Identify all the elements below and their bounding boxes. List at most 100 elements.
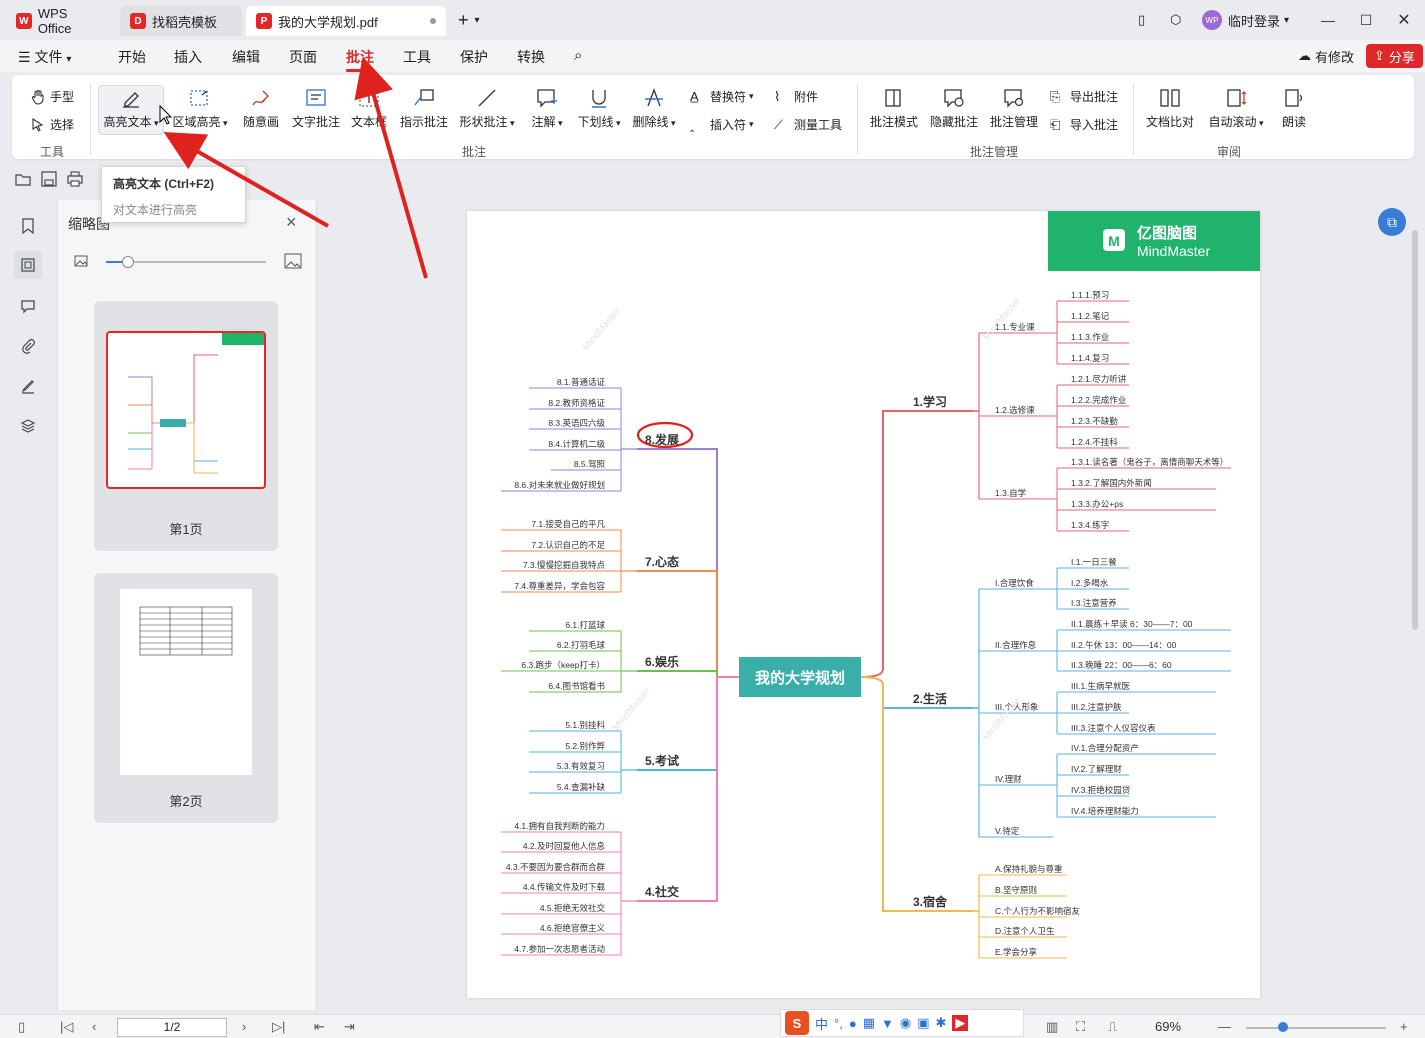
thumbnail-page-2[interactable]: 第2页 <box>94 573 278 823</box>
share-button[interactable]: ⇪ 分享 <box>1366 44 1423 68</box>
tab-wps-office[interactable]: W WPS Office <box>6 6 114 36</box>
compare-docs-button[interactable]: 文档比对 <box>1140 87 1200 130</box>
single-page-icon[interactable]: ▥ <box>1046 1019 1058 1035</box>
read-mode-icon[interactable]: ⎍ <box>1108 1019 1117 1035</box>
menu-start[interactable]: 开始 <box>118 47 146 67</box>
forward-icon[interactable]: ⇥ <box>344 1019 355 1035</box>
leaf-label: III.1.生病早就医 <box>1071 681 1131 691</box>
leaf-label: 4.4.传输文件及时下载 <box>523 882 606 892</box>
hide-annotations-button[interactable]: 隐藏批注 <box>926 87 982 130</box>
modified-button[interactable]: ☁ 有修改 <box>1290 44 1362 68</box>
first-page-icon[interactable]: |◁ <box>60 1019 73 1035</box>
leaf-label: II.1.晨练＋早读 6：30——7：00 <box>1071 619 1193 629</box>
import-annotations-button[interactable]: ⎗ 导入批注 <box>1050 116 1118 133</box>
leaf-label: I.2.多喝水 <box>1071 578 1109 588</box>
tab-docer-template[interactable]: D 找稻壳模板 <box>120 6 242 36</box>
layers-icon[interactable] <box>14 412 42 440</box>
print-icon[interactable] <box>66 170 84 188</box>
menu-convert[interactable]: 转换 <box>517 47 545 67</box>
menu-annotate[interactable]: 批注 <box>346 47 374 67</box>
menu-edit[interactable]: 编辑 <box>232 47 260 67</box>
note-button[interactable]: 注解 ▾ <box>522 87 572 130</box>
search-icon[interactable]: ⌕ <box>574 47 582 64</box>
replace-icon: A̲ <box>690 88 699 104</box>
cube-icon[interactable]: ⬡ <box>1170 8 1181 32</box>
auto-scroll-button[interactable]: 自动滚动 ▾ <box>1204 87 1268 130</box>
underline-button[interactable]: 下划线 ▾ <box>574 87 624 130</box>
next-page-icon[interactable]: › <box>242 1019 246 1034</box>
back-icon[interactable]: ⇤ <box>314 1019 325 1035</box>
paperclip-icon: ⌇ <box>774 88 781 104</box>
comment-icon[interactable] <box>14 292 42 320</box>
leaf-label: 8.3.英语四六级 <box>548 418 605 428</box>
maximize-button[interactable]: ☐ <box>1354 8 1378 32</box>
video-icon: ▶ <box>952 1015 969 1031</box>
sidebar-toggle-icon[interactable]: ▯ <box>1138 8 1145 32</box>
measure-tool-button[interactable]: ⟋ 测量工具 <box>774 116 842 133</box>
save-icon[interactable] <box>40 170 58 188</box>
menu-insert[interactable]: 插入 <box>174 47 202 67</box>
new-tab-button[interactable]: + ▾ <box>458 8 480 32</box>
ime-toolbar[interactable]: S 中 °, ● ▦ ▼ ◉ ▣ ✱ ▶ <box>780 1009 1024 1037</box>
area-highlight-button[interactable]: 区域高亮 ▾ <box>168 87 232 130</box>
export-annotations-button[interactable]: ⎘ 导出批注 <box>1050 88 1118 105</box>
sidebar-panel-icon[interactable]: ▯ <box>18 1019 25 1035</box>
prev-page-icon[interactable]: ‹ <box>92 1019 96 1034</box>
bookmark-icon[interactable] <box>14 212 42 240</box>
leaf-label: 4.3.不要因为要合群而合群 <box>506 862 606 872</box>
tab-pdf-document[interactable]: P 我的大学规划.pdf <box>246 6 446 36</box>
thumbnail-page-1[interactable]: 第1页 <box>94 301 278 551</box>
attachment-button[interactable]: ⌇ 附件 <box>774 88 818 105</box>
minimize-button[interactable]: — <box>1316 8 1340 32</box>
menu-protect[interactable]: 保护 <box>460 47 488 67</box>
hand-tool-button[interactable]: 手型 <box>30 88 74 105</box>
shape-comment-button[interactable]: 形状批注 ▾ <box>456 87 518 130</box>
leaf-label: IV.1.合理分配资产 <box>1071 743 1139 753</box>
thumbnail-image-1 <box>106 331 266 489</box>
page-number-input[interactable]: 1/2 <box>117 1018 227 1037</box>
close-button[interactable]: ✕ <box>1392 8 1416 32</box>
freehand-draw-button[interactable]: 随意画 <box>236 87 286 130</box>
open-folder-icon[interactable] <box>14 170 32 188</box>
strikethrough-button[interactable]: 删除线 ▾ <box>628 87 680 130</box>
pointer-comment-button[interactable]: 指示批注 <box>396 87 452 130</box>
vertical-scrollbar[interactable] <box>1412 230 1418 630</box>
last-page-icon[interactable]: ▷| <box>272 1019 285 1035</box>
menu-tools[interactable]: 工具 <box>403 47 431 67</box>
annotation-manager-button[interactable]: 批注管理 <box>986 87 1042 130</box>
menu-page[interactable]: 页面 <box>289 47 317 67</box>
select-tool-button[interactable]: 选择 <box>30 116 74 133</box>
leaf-label: 4.2.及时回复他人信息 <box>523 841 606 851</box>
strikethrough-icon <box>645 88 663 107</box>
image-small-icon[interactable] <box>74 254 88 268</box>
unsaved-dot-icon[interactable] <box>430 18 436 24</box>
text-comment-button[interactable]: 文字批注 <box>288 87 344 130</box>
fit-page-icon[interactable]: ⛶ <box>1076 1019 1085 1035</box>
leaf-label: 1.2.3.不缺勤 <box>1071 416 1118 426</box>
zoom-slider[interactable] <box>1246 1027 1386 1029</box>
zoom-slider-handle[interactable] <box>1278 1022 1288 1032</box>
replace-mark-button[interactable]: A̲ 替换符 ▾ <box>690 88 754 105</box>
insert-mark-button[interactable]: ‸ 插入符 ▾ <box>690 116 754 133</box>
highlight-text-button[interactable]: 高亮文本 ▾ <box>100 87 162 130</box>
file-menu[interactable]: ☰ 文件 ▾ <box>18 47 71 67</box>
leaf-label: 7.4.尊重差异，学会包容 <box>514 581 605 591</box>
attachment-icon[interactable] <box>14 332 42 360</box>
thumbnail-image-2 <box>120 589 252 775</box>
zoom-level[interactable]: 69% <box>1155 1019 1181 1034</box>
close-icon[interactable]: × <box>286 212 297 233</box>
annotation-mode-button[interactable]: 批注模式 <box>866 87 922 130</box>
floating-action-button[interactable]: ⧉ <box>1378 208 1406 236</box>
zoom-out-icon[interactable]: — <box>1218 1019 1231 1034</box>
zoom-slider-knob[interactable] <box>122 256 134 268</box>
image-large-icon[interactable] <box>284 253 302 269</box>
leaf-label: 8.5.驾照 <box>574 459 606 469</box>
ruler-icon: ⟋ <box>774 116 784 132</box>
sub-label: 1.3.自学 <box>995 488 1027 498</box>
login-button[interactable]: WP 临时登录 ▾ <box>1202 8 1289 32</box>
thumbnail-icon[interactable] <box>14 251 42 279</box>
read-aloud-button[interactable]: 朗读 <box>1272 87 1316 130</box>
textbox-button[interactable]: 文本框 <box>346 87 392 130</box>
signature-icon[interactable] <box>14 372 42 400</box>
zoom-in-icon[interactable]: + <box>1400 1019 1408 1034</box>
